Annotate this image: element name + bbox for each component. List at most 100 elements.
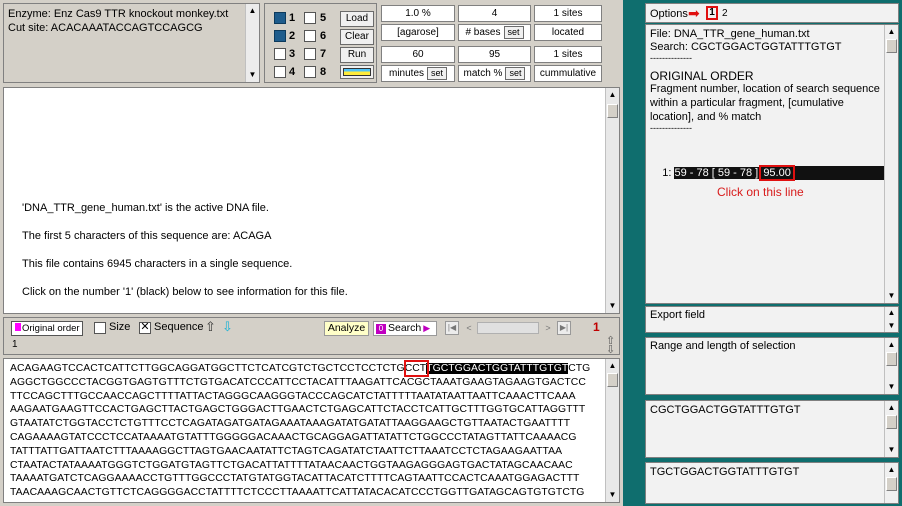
- cumm-label: cummulative: [534, 65, 602, 82]
- selection-seq-field[interactable]: CGCTGGACTGGTATTTGTGT ▲ ▼: [645, 400, 899, 458]
- sequence-line: CAGAAAAGTATCCCTCCATAAAATGTATTTGGGGGACAAA…: [10, 431, 577, 443]
- enzyme-panel: Enzyme: Enz Cas9 TTR knockout monkey.txt…: [3, 3, 260, 83]
- range-label: Range and length of selection: [650, 340, 796, 352]
- lane-4-label: 4: [289, 66, 296, 78]
- found-scrollbar[interactable]: ▲: [884, 463, 898, 503]
- analyze-button[interactable]: Analyze: [324, 321, 369, 336]
- minutes-value[interactable]: 60: [381, 46, 455, 63]
- scroll-thumb[interactable]: [886, 477, 897, 491]
- search-swatch-icon: 0: [376, 324, 386, 334]
- match-value[interactable]: 95: [458, 46, 531, 63]
- lane-2-checkbox[interactable]: [274, 30, 286, 42]
- load-button[interactable]: Load: [340, 11, 374, 27]
- message-scrollbar[interactable]: ▲ ▼: [605, 88, 619, 313]
- sequence-label: Sequence: [154, 321, 204, 333]
- scroll-thumb[interactable]: [607, 373, 618, 387]
- found-seq: TGCTGGACTGGTATTTGTGT: [650, 466, 800, 478]
- scroll-down-icon[interactable]: ▼: [886, 289, 897, 303]
- lane-7-checkbox[interactable]: [304, 48, 316, 60]
- first-record-icon[interactable]: |◀: [445, 321, 459, 335]
- arrow-up-outline-icon[interactable]: ⇧: [205, 319, 216, 335]
- export-label: Export field: [650, 309, 706, 321]
- minutes-row: minutes set: [381, 65, 455, 82]
- scroll-up-icon[interactable]: ▲: [607, 359, 618, 373]
- file-index[interactable]: 1: [12, 339, 18, 350]
- enzyme-cut-site: Cut site: ACACAAATACCAGTCCAGCG: [8, 22, 203, 34]
- sites-label: located: [534, 24, 602, 41]
- scroll-up-icon[interactable]: ▲: [886, 463, 897, 477]
- scroll-down-icon[interactable]: ▼: [247, 68, 258, 82]
- seq-line1-post: CTG: [568, 363, 591, 374]
- lane-7-label: 7: [320, 48, 327, 60]
- scroll-up-icon[interactable]: ▲: [607, 88, 618, 102]
- params-panel: 1.0 % [agarose] 60 minutes set 4 # bases s…: [381, 3, 604, 83]
- result-percent[interactable]: 95.00: [759, 165, 795, 181]
- bases-set-button[interactable]: set: [503, 26, 524, 39]
- options-bar: Options ➡ 1 2: [645, 3, 899, 23]
- lane-1-checkbox[interactable]: [274, 12, 286, 24]
- lane-5-checkbox[interactable]: [304, 12, 316, 24]
- match-set-button[interactable]: set: [505, 67, 526, 80]
- tab-2[interactable]: 2: [722, 8, 728, 19]
- scroll-up-icon[interactable]: ▲: [247, 4, 258, 18]
- original-order-button[interactable]: Original order: [11, 321, 83, 336]
- seq-highlight-match[interactable]: TGCTGGACTGGTATTTGTGT: [426, 363, 569, 374]
- result-location[interactable]: 59 - 78 [ 59 - 78 ]: [674, 167, 762, 179]
- scroll-up-icon[interactable]: ▲: [886, 401, 897, 415]
- agarose-value[interactable]: 1.0 %: [381, 5, 455, 22]
- lane-4-checkbox[interactable]: [274, 66, 286, 78]
- options-label[interactable]: Options: [650, 8, 688, 20]
- info-scrollbar[interactable]: ▲ ▼: [884, 25, 898, 303]
- file-count: 1: [593, 320, 600, 334]
- run-button[interactable]: Run: [340, 47, 374, 63]
- export-scrollbar[interactable]: ▲ ▼: [884, 307, 898, 332]
- selection-scrollbar[interactable]: ▲ ▼: [884, 401, 898, 457]
- sequence-line: AGGCTGGCCCTACGGTGAGTGTTTCTGTGACATCCCATTC…: [10, 376, 586, 388]
- arrow-down-cyan-icon[interactable]: ⇩: [222, 319, 233, 335]
- search-button[interactable]: 0 Search ▶: [373, 321, 437, 336]
- sequence-scrollbar[interactable]: ▲ ▼: [605, 359, 619, 502]
- scroll-down-icon[interactable]: ▼: [886, 380, 897, 394]
- clear-button[interactable]: Clear: [340, 29, 374, 45]
- minutes-set-button[interactable]: set: [427, 67, 448, 80]
- scroll-down-icon[interactable]: ▼: [607, 299, 618, 313]
- updown-arrows-icon[interactable]: ⇧ ⇩: [606, 336, 615, 356]
- lane-8-checkbox[interactable]: [304, 66, 316, 78]
- lane-2-label: 2: [289, 30, 296, 42]
- scroll-thumb[interactable]: [886, 415, 897, 429]
- gel-image-button[interactable]: [340, 65, 374, 79]
- scroll-up-icon[interactable]: ▲: [886, 25, 897, 39]
- info-desc-3: location], and % match: [650, 111, 762, 123]
- prev-record-icon[interactable]: <: [463, 321, 475, 335]
- scroll-up-icon[interactable]: ▲: [886, 307, 897, 319]
- enzyme-scrollbar[interactable]: ▲ ▼: [245, 4, 259, 82]
- record-slider[interactable]: [477, 322, 539, 334]
- sequence-checkbox[interactable]: ✕: [139, 322, 151, 334]
- scroll-thumb[interactable]: [607, 104, 618, 118]
- result-line[interactable]: 1: 59 - 78 [ 59 - 78 ] 95.00: [650, 152, 889, 181]
- selection-seq: CGCTGGACTGGTATTTGTGT: [650, 404, 801, 416]
- range-field[interactable]: Range and length of selection ▲ ▼: [645, 337, 899, 395]
- gel-icon: [343, 68, 371, 76]
- pam-highlight-box: [404, 360, 429, 377]
- next-record-icon[interactable]: >: [542, 321, 554, 335]
- lane-6-checkbox[interactable]: [304, 30, 316, 42]
- last-record-icon[interactable]: ▶|: [557, 321, 571, 335]
- bases-value[interactable]: 4: [458, 5, 531, 22]
- sequence-area: ACAGAAGTCCACTCATTCTTGGCAGGATGGCTTCTCATCG…: [3, 358, 620, 503]
- export-field[interactable]: Export field ▲ ▼: [645, 306, 899, 333]
- size-checkbox[interactable]: [94, 322, 106, 334]
- scroll-up-icon[interactable]: ▲: [886, 338, 897, 352]
- tab-1[interactable]: 1: [706, 6, 718, 20]
- result-bar-fill: [792, 166, 889, 180]
- scroll-down-icon[interactable]: ▼: [886, 320, 897, 332]
- lane-3-checkbox[interactable]: [274, 48, 286, 60]
- range-scrollbar[interactable]: ▲ ▼: [884, 338, 898, 394]
- search-label: Search: [388, 322, 422, 334]
- scroll-thumb[interactable]: [886, 352, 897, 366]
- found-seq-field[interactable]: TGCTGGACTGGTATTTGTGT ▲: [645, 462, 899, 504]
- scroll-down-icon[interactable]: ▼: [886, 443, 897, 457]
- scroll-thumb[interactable]: [886, 39, 897, 53]
- scroll-down-icon[interactable]: ▼: [607, 488, 618, 502]
- message-line-4: Click on the number '1' (black) below to…: [22, 286, 348, 298]
